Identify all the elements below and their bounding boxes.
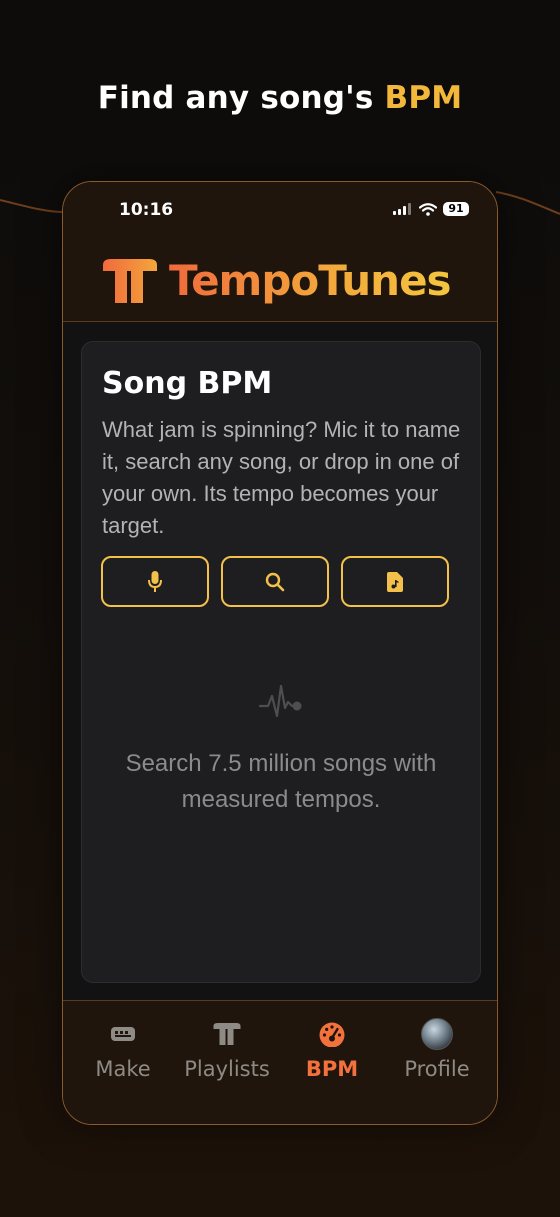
tab-label: BPM: [305, 1057, 359, 1081]
brand-name: TempoTunes: [169, 256, 452, 305]
brand-logo: TempoTunes: [101, 256, 452, 305]
card-title: Song BPM: [102, 366, 273, 401]
screenshot-stage: Find any song's BPM 10:16 91 TempoTunes …: [0, 0, 560, 1217]
avatar: [421, 1018, 453, 1050]
battery-indicator: 91: [443, 202, 469, 216]
tab-label: Playlists: [184, 1057, 270, 1081]
headline-accent: BPM: [384, 80, 463, 116]
tab-playlists[interactable]: Playlists: [175, 1019, 279, 1081]
microphone-icon: [148, 570, 162, 592]
waveform-icon: [258, 684, 302, 718]
tab-bar: Make Playlists BPM Profile: [63, 1000, 497, 1124]
tab-profile[interactable]: Profile: [385, 1018, 489, 1081]
app-header: 10:16 91 TempoTunes: [63, 182, 497, 322]
music-file-icon: [387, 571, 403, 592]
tempotunes-logo-icon: [103, 258, 157, 303]
tempotunes-logo-icon: [213, 1023, 241, 1045]
action-buttons: [101, 556, 449, 607]
card-description: What jam is spinning? Mic it to name it,…: [102, 417, 461, 538]
speedometer-icon: [319, 1022, 345, 1047]
status-time: 10:16: [119, 200, 174, 220]
mic-button[interactable]: [101, 556, 209, 607]
upload-file-button[interactable]: [341, 556, 449, 607]
search-icon: [265, 572, 285, 591]
phone-frame: 10:16 91 TempoTunes Song BPM What jam is…: [62, 181, 498, 1125]
gamepad-icon: [111, 1027, 135, 1041]
marketing-headline: Find any song's BPM: [0, 80, 560, 116]
search-button[interactable]: [221, 556, 329, 607]
tab-bpm[interactable]: BPM: [280, 1019, 384, 1081]
empty-state-text: Search 7.5 million songs with measured t…: [125, 750, 437, 813]
status-icons: 91: [393, 202, 469, 216]
tab-label: Profile: [404, 1057, 470, 1081]
song-bpm-card: Song BPM What jam is spinning? Mic it to…: [81, 341, 481, 983]
signal-icon: [393, 203, 411, 215]
wifi-icon: [419, 202, 437, 216]
headline-text: Find any song's: [97, 80, 385, 116]
tab-make[interactable]: Make: [71, 1019, 175, 1081]
tab-label: Make: [95, 1057, 151, 1081]
